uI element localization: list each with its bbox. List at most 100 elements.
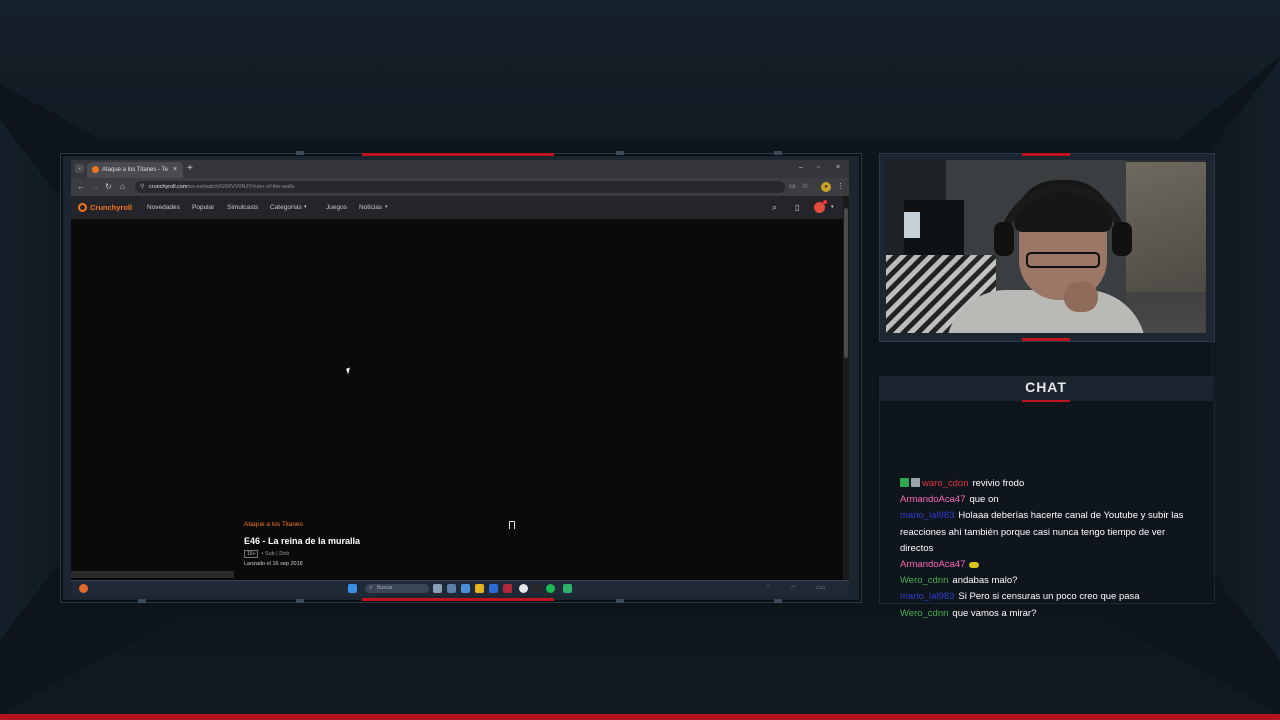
url-host: crunchyroll.com	[149, 184, 188, 190]
frame-notch	[296, 151, 304, 155]
episode-meta: 16+ • Sub | Dob	[244, 550, 289, 558]
profile-avatar-icon[interactable]: ●	[821, 182, 831, 192]
webcam-wall-picture	[1126, 162, 1206, 292]
account-chevron-down-icon[interactable]: ▾	[831, 196, 834, 219]
crunchyroll-logo[interactable]: Crunchyroll	[78, 201, 132, 214]
windows-start-icon[interactable]	[348, 584, 357, 593]
browser-window: ⌄ Ataque a los Titanes - Tercera × + – ▫…	[71, 160, 849, 580]
minimize-button[interactable]: –	[799, 162, 803, 174]
episode-series-link[interactable]: Ataque a los Titanes	[244, 521, 303, 528]
back-arrow-icon[interactable]: ←	[77, 181, 85, 193]
chrome-icon[interactable]	[519, 584, 528, 593]
crunchyroll-header: Crunchyroll Novedades Popular Simulcasts…	[71, 196, 843, 219]
scrollbar-thumb[interactable]	[844, 208, 848, 358]
widgets-icon[interactable]	[433, 584, 442, 593]
frame-notch	[774, 599, 782, 603]
nav-popular[interactable]: Popular	[192, 196, 214, 219]
tab-crunchyroll[interactable]: Ataque a los Titanes - Tercera ×	[87, 162, 183, 178]
nav-noticias[interactable]: Noticias	[359, 196, 382, 219]
chat-message: ArmandoAca47	[900, 557, 1200, 573]
background-top-shape	[0, 0, 1280, 140]
watchlist-bookmark-icon[interactable]: ▯	[795, 196, 799, 219]
status-bar-url	[71, 571, 234, 578]
chat-username[interactable]: mario_lal983	[900, 510, 954, 521]
close-window-button[interactable]: ×	[836, 162, 840, 174]
weather-icon[interactable]	[79, 584, 88, 593]
store-icon[interactable]	[489, 584, 498, 593]
tab-bar: ⌄ Ataque a los Titanes - Tercera × + – ▫…	[71, 160, 849, 178]
address-bar[interactable]: ⚲ crunchyroll.com/es-es/watch/G6RVV0NJY/…	[135, 181, 785, 193]
webcam-accent-bottom	[1022, 338, 1070, 341]
install-app-icon[interactable]: ▭	[789, 181, 796, 193]
webcam-accent-top	[1022, 153, 1070, 156]
app-red-icon[interactable]	[503, 584, 512, 593]
chat-username[interactable]: Wero_cdnn	[900, 608, 948, 619]
chat-message-text: revivio frodo	[972, 478, 1025, 489]
chat-username[interactable]: waro_cdon	[922, 478, 968, 489]
nav-simulcasts[interactable]: Simulcasts	[227, 196, 258, 219]
chat-username[interactable]: mario_lal983	[900, 591, 954, 602]
nav-novedades[interactable]: Novedades	[147, 196, 180, 219]
edge-icon[interactable]	[461, 584, 470, 593]
frame-notch	[616, 599, 624, 603]
bottom-accent-bar	[0, 714, 1280, 720]
app-green-icon[interactable]	[563, 584, 572, 593]
background-right-shape	[1210, 60, 1280, 660]
chat-message-text: que on	[969, 494, 999, 506]
forward-arrow-icon[interactable]: →	[91, 181, 99, 193]
noticias-chevron-down-icon: ▾	[385, 204, 388, 210]
headset-ear-right	[1112, 222, 1132, 256]
streamer-hand	[1064, 282, 1098, 312]
tray-clock[interactable]: ▭▭	[816, 584, 825, 593]
search-icon[interactable]: ⌕	[772, 196, 777, 219]
chat-message-text: Si Pero si censuras un poco creo que pas…	[958, 591, 1140, 603]
chat-username[interactable]: ArmandoAca47	[900, 559, 965, 570]
maximize-button[interactable]: ▫	[817, 162, 819, 174]
release-date: Lanzado el 16 sep 2018	[244, 561, 303, 567]
lock-icon: ⚲	[140, 184, 145, 190]
chat-username[interactable]: ArmandoAca47	[900, 494, 965, 505]
crunchyroll-logo-icon	[78, 203, 87, 212]
maturity-rating-badge: 16+	[244, 550, 259, 558]
nav-categorias[interactable]: Categorías	[270, 196, 302, 219]
chat-emote-icon	[969, 561, 980, 568]
nav-juegos[interactable]: Juegos	[326, 196, 347, 219]
frame-notch	[138, 599, 146, 603]
categorias-chevron-down-icon: ▾	[304, 204, 307, 210]
reload-icon[interactable]: ↻	[105, 181, 112, 193]
tray-chevron-icon[interactable]: ⌃	[766, 584, 770, 593]
app-dark-icon[interactable]	[533, 584, 542, 593]
new-tab-button[interactable]: +	[187, 163, 193, 175]
background-bottom-shape	[0, 610, 1280, 714]
user-avatar[interactable]	[814, 200, 827, 213]
frame-notch	[774, 151, 782, 155]
chat-message: mario_lal983 Si Pero si censuras un poco …	[900, 589, 1200, 605]
headset-ear-left	[994, 222, 1014, 256]
audio-info: • Sub | Dob	[261, 551, 290, 557]
task-view-icon[interactable]	[447, 584, 456, 593]
taskbar-search-icon: ⌕	[369, 585, 373, 591]
chat-message: mario_lal983 Holaaa deberías hacerte cana…	[900, 508, 1200, 557]
tray-network-icon[interactable]: ◠	[791, 584, 795, 593]
chat-message-list: waro_cdon revivio frodo ArmandoAca47 que on…	[900, 476, 1200, 622]
tab-title: Ataque a los Titanes - Tercera	[102, 167, 168, 173]
chat-message-text: andabas malo?	[952, 575, 1018, 587]
bookmark-star-icon[interactable]: ☆	[802, 181, 808, 193]
tab-search-button[interactable]: ⌄	[75, 164, 84, 173]
chat-username[interactable]: Wero_cdnn	[900, 575, 948, 586]
file-explorer-icon[interactable]	[475, 584, 484, 593]
browser-menu-icon[interactable]: ⋮	[837, 181, 844, 193]
chat-badge-gray-icon	[911, 478, 920, 487]
spotify-icon[interactable]	[546, 584, 555, 593]
chat-badge-green-icon	[900, 478, 909, 487]
crunchyroll-logo-text: Crunchyroll	[90, 203, 133, 212]
os-taskbar: ⌕ Buscar ⌃ ◠ ▭▭	[71, 580, 849, 596]
frame-accent-top	[362, 153, 554, 156]
tab-close-icon[interactable]: ×	[173, 162, 177, 178]
video-player[interactable]	[71, 219, 843, 580]
home-icon[interactable]: ⌂	[120, 181, 125, 193]
streamer-glasses	[1026, 252, 1100, 268]
taskbar-search-box[interactable]: ⌕ Buscar	[365, 584, 429, 593]
address-toolbar: ← → ↻ ⌂ ⚲ crunchyroll.com/es-es/watch/G6…	[71, 178, 849, 196]
add-to-watchlist-bookmark-icon[interactable]	[509, 521, 515, 529]
